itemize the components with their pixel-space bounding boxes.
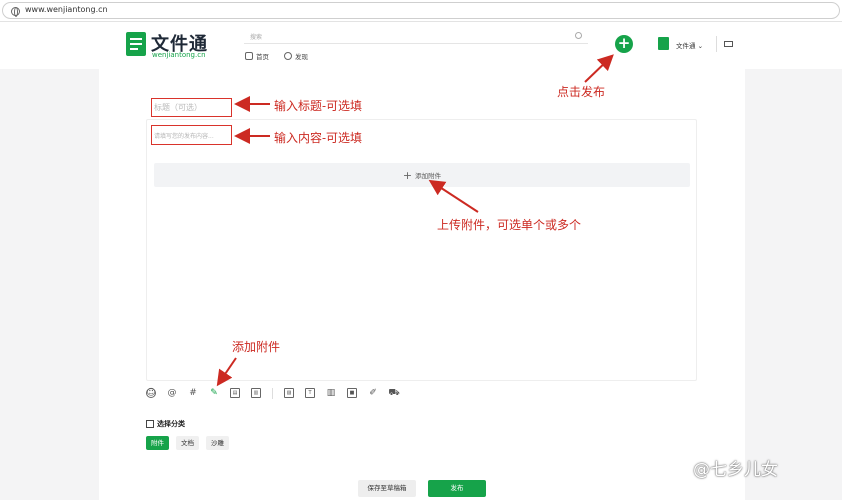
arrow-publish bbox=[584, 54, 614, 83]
watermark: @七乡儿女 bbox=[693, 460, 778, 480]
annotation-content: 输入内容-可选填 bbox=[274, 131, 363, 145]
annotation-arrows bbox=[216, 54, 614, 387]
annotation-title: 输入标题-可选填 bbox=[274, 99, 363, 113]
annotation-upload: 上传附件，可选单个或多个 bbox=[437, 218, 582, 232]
annotation-attach: 添加附件 bbox=[232, 340, 281, 354]
annotation-publish: 点击发布 bbox=[557, 85, 606, 99]
arrow-attach bbox=[216, 357, 237, 387]
arrow-upload bbox=[428, 179, 479, 213]
